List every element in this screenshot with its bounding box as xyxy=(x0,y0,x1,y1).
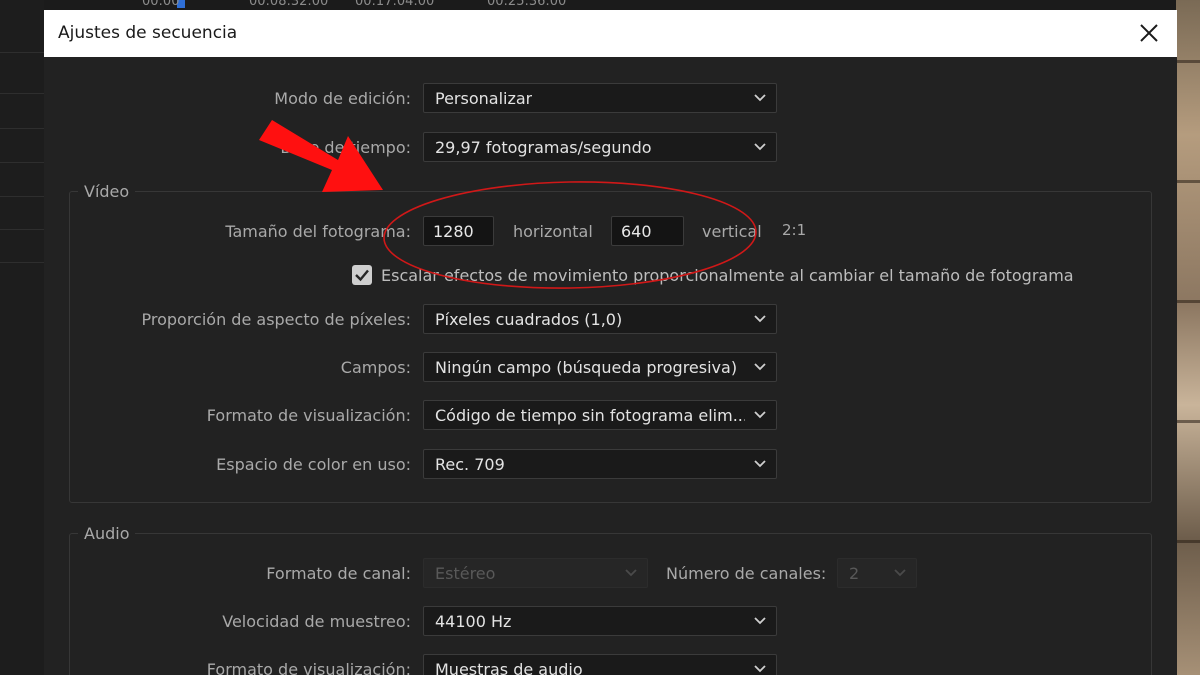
timeline-ruler[interactable]: 00:00 00:08:32:00 00:17:04:00 00:25:36:0… xyxy=(44,0,1179,10)
panel-row-divider xyxy=(0,162,44,163)
panel-row-divider xyxy=(0,262,44,263)
audio-group-title: Audio xyxy=(78,524,136,543)
panel-row-divider xyxy=(0,52,44,53)
display-format-dropdown[interactable]: Código de tiempo sin fotograma elim... xyxy=(423,400,777,430)
edit-mode-value: Personalizar xyxy=(435,89,533,108)
timebase-dropdown[interactable]: 29,97 fotogramas/segundo xyxy=(423,132,777,162)
audio-display-format-dropdown[interactable]: Muestras de audio xyxy=(423,654,777,675)
chevron-down-icon xyxy=(754,94,766,102)
preview-detail xyxy=(1176,60,1200,63)
chevron-down-icon xyxy=(625,569,637,577)
timebase-label: Base de tiempo: xyxy=(280,138,411,157)
channel-format-dropdown: Estéreo xyxy=(423,558,648,588)
panel-row-divider xyxy=(0,128,44,129)
chevron-down-icon xyxy=(754,665,766,673)
fields-value: Ningún campo (búsqueda progresiva) xyxy=(435,358,738,377)
timebase-value: 29,97 fotogramas/segundo xyxy=(435,138,652,157)
timecode-label: 00:00 xyxy=(142,0,180,9)
preview-detail xyxy=(1176,420,1200,423)
edit-mode-dropdown[interactable]: Personalizar xyxy=(423,83,777,113)
num-channels-dropdown: 2 xyxy=(837,558,917,588)
chevron-down-icon xyxy=(754,143,766,151)
timecode-label: 00:25:36:00 xyxy=(487,0,567,9)
sample-rate-value: 44100 Hz xyxy=(435,612,512,631)
color-space-dropdown[interactable]: Rec. 709 xyxy=(423,449,777,479)
panel-row-divider xyxy=(0,196,44,197)
audio-display-format-label: Formato de visualización: xyxy=(206,660,411,675)
chevron-down-icon xyxy=(754,411,766,419)
pixel-aspect-dropdown[interactable]: Píxeles cuadrados (1,0) xyxy=(423,304,777,334)
pixel-aspect-label: Proporción de aspecto de píxeles: xyxy=(141,310,411,329)
color-space-label: Espacio de color en uso: xyxy=(216,455,411,474)
display-format-label: Formato de visualización: xyxy=(206,406,411,425)
frame-width-input[interactable]: 1280 xyxy=(423,216,494,246)
chevron-down-icon xyxy=(894,569,906,577)
aspect-ratio-label: 2:1 xyxy=(782,221,807,239)
preview-detail xyxy=(1176,300,1200,303)
horizontal-unit-label: horizontal xyxy=(513,222,593,241)
sequence-settings-dialog: Ajustes de secuencia Modo de edición: Pe… xyxy=(44,10,1177,675)
chevron-down-icon xyxy=(754,617,766,625)
chevron-down-icon xyxy=(754,363,766,371)
channel-format-value: Estéreo xyxy=(435,564,496,583)
vertical-unit-label: vertical xyxy=(702,222,762,241)
panel-row-divider xyxy=(0,93,44,94)
background-panel xyxy=(0,0,44,675)
chevron-down-icon xyxy=(754,315,766,323)
edit-mode-label: Modo de edición: xyxy=(274,89,411,108)
audio-display-format-value: Muestras de audio xyxy=(435,660,583,675)
channel-format-label: Formato de canal: xyxy=(266,564,411,583)
preview-detail xyxy=(1176,540,1200,543)
background-video-preview xyxy=(1176,0,1200,675)
pixel-aspect-value: Píxeles cuadrados (1,0) xyxy=(435,310,623,329)
num-channels-value: 2 xyxy=(849,564,860,583)
scale-motion-label[interactable]: Escalar efectos de movimiento proporcion… xyxy=(381,266,1074,285)
sample-rate-label: Velocidad de muestreo: xyxy=(222,612,411,631)
fields-label: Campos: xyxy=(340,358,411,377)
frame-size-label: Tamaño del fotograma: xyxy=(225,222,411,241)
timecode-label: 00:17:04:00 xyxy=(355,0,435,9)
checkmark-icon xyxy=(355,269,369,282)
timecode-label: 00:08:32:00 xyxy=(249,0,329,9)
panel-row-divider xyxy=(0,229,44,230)
display-format-value: Código de tiempo sin fotograma elim... xyxy=(435,406,745,425)
frame-height-value: 640 xyxy=(621,222,652,241)
dialog-title: Ajustes de secuencia xyxy=(58,23,238,43)
frame-width-value: 1280 xyxy=(433,222,474,241)
close-button[interactable] xyxy=(1135,19,1163,47)
sample-rate-dropdown[interactable]: 44100 Hz xyxy=(423,606,777,636)
scale-motion-checkbox[interactable] xyxy=(352,265,372,285)
video-group-title: Vídeo xyxy=(78,182,136,201)
chevron-down-icon xyxy=(754,460,766,468)
color-space-value: Rec. 709 xyxy=(435,455,505,474)
dialog-titlebar[interactable]: Ajustes de secuencia xyxy=(44,10,1177,57)
num-channels-label: Número de canales: xyxy=(666,564,827,583)
close-icon xyxy=(1140,24,1158,42)
frame-height-input[interactable]: 640 xyxy=(611,216,684,246)
fields-dropdown[interactable]: Ningún campo (búsqueda progresiva) xyxy=(423,352,777,382)
preview-detail xyxy=(1176,180,1200,183)
